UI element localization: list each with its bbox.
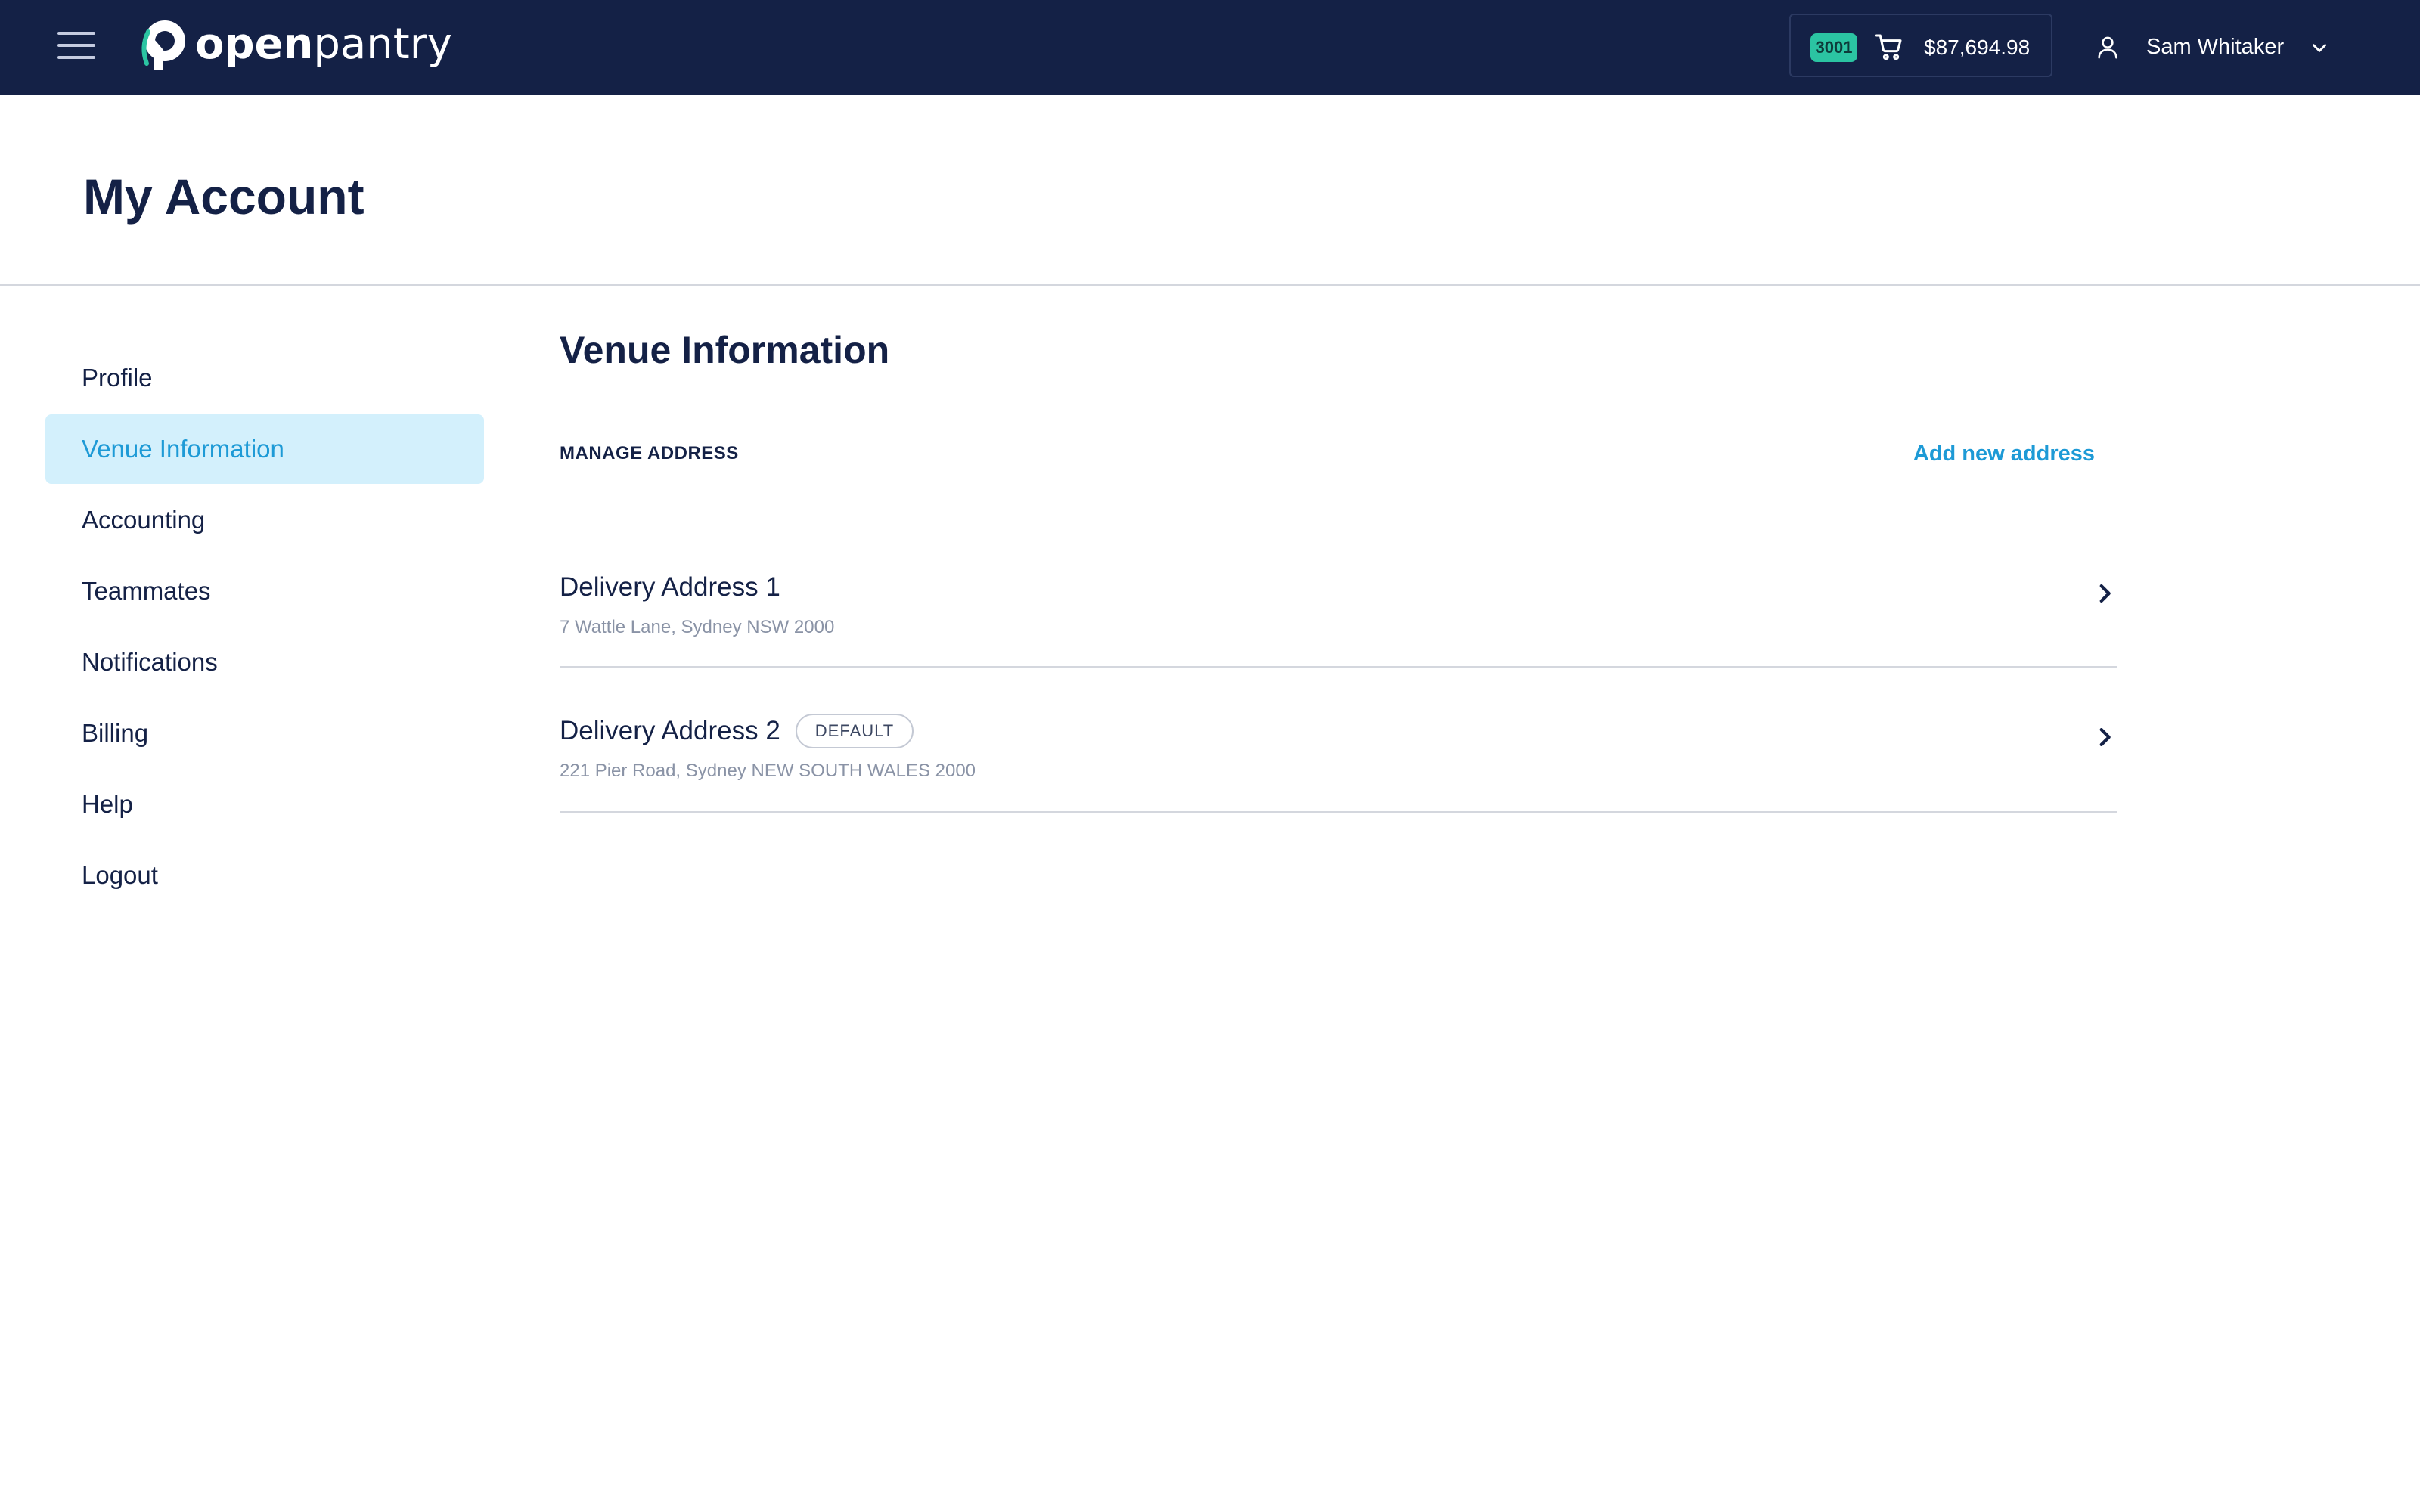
brand-light-text: pantry: [313, 20, 452, 69]
default-badge: DEFAULT: [795, 714, 914, 748]
logo-mark-icon: [141, 20, 185, 70]
sidebar-item-venue-information[interactable]: Venue Information: [45, 414, 484, 484]
cart-button[interactable]: 3001 $87,694.98: [1789, 14, 2052, 77]
sidebar-item-billing[interactable]: Billing: [45, 699, 484, 768]
page-title: My Account: [83, 169, 365, 225]
sidebar-item-notifications[interactable]: Notifications: [45, 627, 484, 697]
chevron-right-icon[interactable]: [2092, 724, 2118, 750]
chevron-right-icon[interactable]: [2092, 581, 2118, 606]
chevron-down-icon: [2313, 44, 2326, 52]
top-navbar: openpantry 3001 $87,694.98 Sam Whitaker: [0, 0, 2420, 95]
account-sidebar: Profile Venue Information Accounting Tea…: [45, 343, 484, 912]
address-title: Delivery Address 2: [560, 716, 780, 745]
sidebar-item-help[interactable]: Help: [45, 770, 484, 839]
main-content: Venue Information MANAGE ADDRESS Add new…: [560, 325, 2118, 813]
user-menu[interactable]: Sam Whitaker: [2095, 24, 2337, 70]
address-row-2[interactable]: Delivery Address 2 DEFAULT 221 Pier Road…: [560, 668, 2118, 813]
address-heading: Delivery Address 2 DEFAULT: [560, 712, 914, 750]
brand-logo[interactable]: openpantry: [138, 17, 452, 73]
user-name: Sam Whitaker: [2146, 34, 2285, 59]
add-new-address-link[interactable]: Add new address: [1913, 438, 2095, 469]
user-icon: [2098, 36, 2118, 59]
cart-count-badge: 3001: [1810, 33, 1857, 62]
address-heading: Delivery Address 1: [560, 569, 780, 606]
header-divider: [0, 284, 2420, 286]
manage-address-row: MANAGE ADDRESS Add new address: [560, 438, 2095, 469]
address-line: 7 Wattle Lane, Sydney NSW 2000: [560, 617, 835, 637]
sidebar-item-logout[interactable]: Logout: [45, 841, 484, 910]
cart-total: $87,694.98: [1924, 36, 2031, 59]
address-row-1[interactable]: Delivery Address 1 7 Wattle Lane, Sydney…: [560, 525, 2118, 668]
address-list: Delivery Address 1 7 Wattle Lane, Sydney…: [560, 525, 2118, 813]
sidebar-item-accounting[interactable]: Accounting: [45, 485, 484, 555]
sidebar-item-profile[interactable]: Profile: [45, 343, 484, 413]
address-title: Delivery Address 1: [560, 572, 780, 602]
brand-bold-text: open: [195, 20, 314, 69]
cart-icon: [1875, 34, 1902, 60]
section-title: Venue Information: [560, 329, 890, 371]
brand-wordmark: openpantry: [195, 23, 452, 66]
menu-icon[interactable]: [57, 29, 95, 62]
address-line: 221 Pier Road, Sydney NEW SOUTH WALES 20…: [560, 761, 976, 781]
sidebar-item-teammates[interactable]: Teammates: [45, 556, 484, 626]
manage-address-label: MANAGE ADDRESS: [560, 443, 739, 463]
